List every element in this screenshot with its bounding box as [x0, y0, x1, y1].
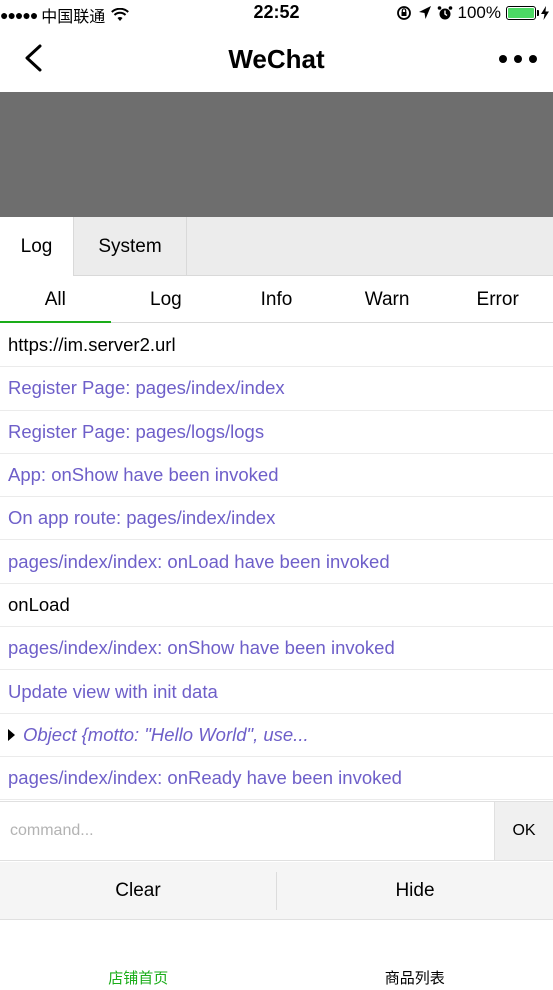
- status-right: 100%: [395, 3, 549, 23]
- log-entry: onLoad: [0, 584, 553, 628]
- more-options-icon[interactable]: [499, 44, 537, 74]
- location-arrow-icon: [418, 6, 431, 19]
- more-dot: [499, 55, 507, 63]
- tab-log[interactable]: Log: [0, 217, 74, 276]
- filter-tab-error[interactable]: Error: [442, 277, 553, 322]
- filter-tab-log[interactable]: Log: [111, 277, 222, 322]
- app-tab-bar: 店铺首页 商品列表: [0, 921, 553, 990]
- log-entry-object[interactable]: Object {motto: "Hello World", use...: [0, 714, 553, 757]
- log-entry: pages/index/index: onReady have been inv…: [0, 757, 553, 801]
- clear-button[interactable]: Clear: [0, 862, 276, 920]
- battery-icon: [506, 6, 539, 20]
- tab-product-list[interactable]: 商品列表: [277, 921, 553, 990]
- hide-button[interactable]: Hide: [277, 862, 553, 920]
- log-entry: pages/index/index: onShow have been invo…: [0, 627, 553, 671]
- log-entry: https://im.server2.url: [0, 324, 553, 368]
- log-list: https://im.server2.url Register Page: pa…: [0, 324, 553, 801]
- console-actions: Clear Hide: [0, 862, 553, 920]
- log-entry: App: onShow have been invoked: [0, 454, 553, 498]
- tab-system[interactable]: System: [74, 217, 187, 276]
- console-panel: Log System All Log Info Warn Error https…: [0, 217, 553, 920]
- filter-tab-warn[interactable]: Warn: [332, 277, 443, 322]
- ok-button[interactable]: OK: [494, 802, 553, 860]
- battery-cap: [537, 10, 539, 16]
- log-entry: pages/index/index: onLoad have been invo…: [0, 540, 553, 584]
- more-dot: [529, 55, 537, 63]
- orientation-lock-icon: [396, 6, 411, 20]
- object-preview: Object {motto: "Hello World", use...: [23, 723, 309, 745]
- log-filter-tabs: All Log Info Warn Error: [0, 277, 553, 323]
- page-title: WeChat: [228, 44, 325, 74]
- charging-bolt-icon: [541, 6, 549, 20]
- command-bar: OK: [0, 801, 553, 861]
- log-entry: Update view with init data: [0, 670, 553, 714]
- log-entry: Register Page: pages/logs/logs: [0, 411, 553, 454]
- battery-percent: 100%: [457, 3, 501, 22]
- filter-tab-all[interactable]: All: [0, 277, 111, 323]
- filter-tab-info[interactable]: Info: [221, 277, 332, 322]
- alarm-icon: [437, 6, 452, 20]
- more-dot: [514, 55, 522, 63]
- console-mask-overlay[interactable]: [0, 92, 553, 217]
- status-bar: ●●●●● 中国联通 22:52 100%: [0, 0, 553, 26]
- tab-store-home[interactable]: 店铺首页: [0, 921, 277, 990]
- log-entry: Register Page: pages/index/index: [0, 367, 553, 411]
- log-entry: On app route: pages/index/index: [0, 497, 553, 541]
- console-top-tabs: Log System: [0, 217, 553, 276]
- battery-level-fill: [508, 8, 534, 18]
- navigation-bar: WeChat: [0, 26, 553, 92]
- command-input[interactable]: [0, 802, 494, 860]
- expand-caret-icon[interactable]: [8, 728, 15, 741]
